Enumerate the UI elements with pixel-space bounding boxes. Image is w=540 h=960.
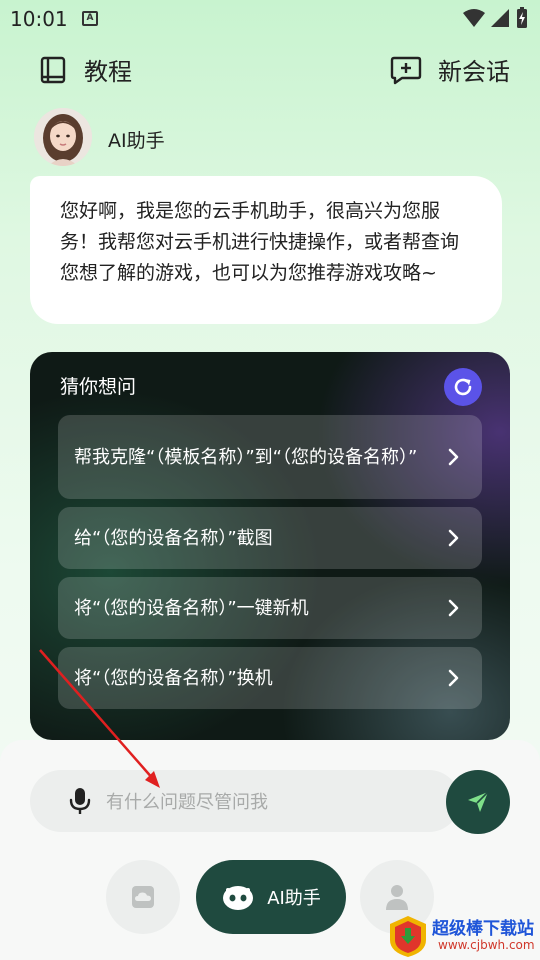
- tutorial-label: 教程: [84, 58, 132, 86]
- send-button[interactable]: [446, 770, 510, 834]
- suggestion-text: 给“（您的设备名称）”截图: [74, 527, 273, 549]
- assistant-message-bubble: 您好啊，我是您的云手机助手，很高兴为您服务！我帮您对云手机进行快捷操作，或者帮查…: [30, 176, 502, 324]
- suggestion-text: 帮我克隆“（模板名称）”到“（您的设备名称）”: [74, 446, 418, 468]
- notification-a-icon: A: [82, 11, 98, 26]
- new-chat-icon: [390, 56, 422, 84]
- status-bar: 10:01 A: [0, 0, 540, 36]
- watermark-text: 超级棒下载站: [432, 919, 534, 939]
- suggestions-title: 猜你想问: [60, 376, 137, 398]
- status-time: 10:01: [10, 7, 68, 31]
- cloud-phone-button[interactable]: [106, 860, 180, 934]
- suggestion-text: 将“（您的设备名称）”换机: [74, 667, 273, 689]
- suggestion-text: 将“（您的设备名称）”一键新机: [74, 597, 309, 619]
- ai-assistant-tab[interactable]: AI助手: [196, 860, 346, 934]
- suggestion-item[interactable]: 将“（您的设备名称）”一键新机: [58, 577, 482, 639]
- chevron-right-icon: [448, 448, 459, 466]
- assistant-name: AI助手: [108, 130, 165, 152]
- cloud-phone-icon: [132, 886, 154, 908]
- microphone-icon[interactable]: [68, 786, 92, 816]
- watermark-logo-icon: [390, 916, 426, 957]
- chevron-right-icon: [448, 669, 459, 687]
- robot-icon: [223, 886, 254, 910]
- signal-icon: [491, 9, 509, 27]
- suggestion-item[interactable]: 给“（您的设备名称）”截图: [58, 507, 482, 569]
- send-icon: [468, 791, 489, 812]
- battery-charging-icon: [517, 7, 527, 28]
- assistant-greeting-text: 您好啊，我是您的云手机助手，很高兴为您服务！我帮您对云手机进行快捷操作，或者帮查…: [60, 200, 460, 284]
- new-chat-button[interactable]: 新会话: [390, 52, 510, 87]
- person-icon: [386, 885, 408, 910]
- chat-input-placeholder: 有什么问题尽管问我: [106, 792, 268, 813]
- chevron-right-icon: [448, 599, 459, 617]
- new-chat-label: 新会话: [438, 58, 510, 86]
- book-icon: [40, 56, 66, 83]
- ai-assistant-tab-label: AI助手: [267, 888, 321, 909]
- suggestion-item[interactable]: 将“（您的设备名称）”换机: [58, 647, 482, 709]
- wifi-icon: [463, 9, 485, 27]
- tutorial-button[interactable]: 教程: [38, 52, 132, 87]
- chevron-right-icon: [448, 529, 459, 547]
- watermark: 超级棒下载站 www.cjbwh.com: [386, 912, 540, 960]
- suggestions-card: 猜你想问 帮我克隆“（模板名称）”到“（您的设备名称）” 给“（您的设备名称）”…: [30, 352, 510, 740]
- refresh-suggestions-button[interactable]: [444, 368, 482, 406]
- watermark-url: www.cjbwh.com: [438, 938, 535, 952]
- refresh-icon: [454, 378, 472, 396]
- suggestion-item[interactable]: 帮我克隆“（模板名称）”到“（您的设备名称）”: [58, 415, 482, 499]
- assistant-avatar: [34, 108, 92, 166]
